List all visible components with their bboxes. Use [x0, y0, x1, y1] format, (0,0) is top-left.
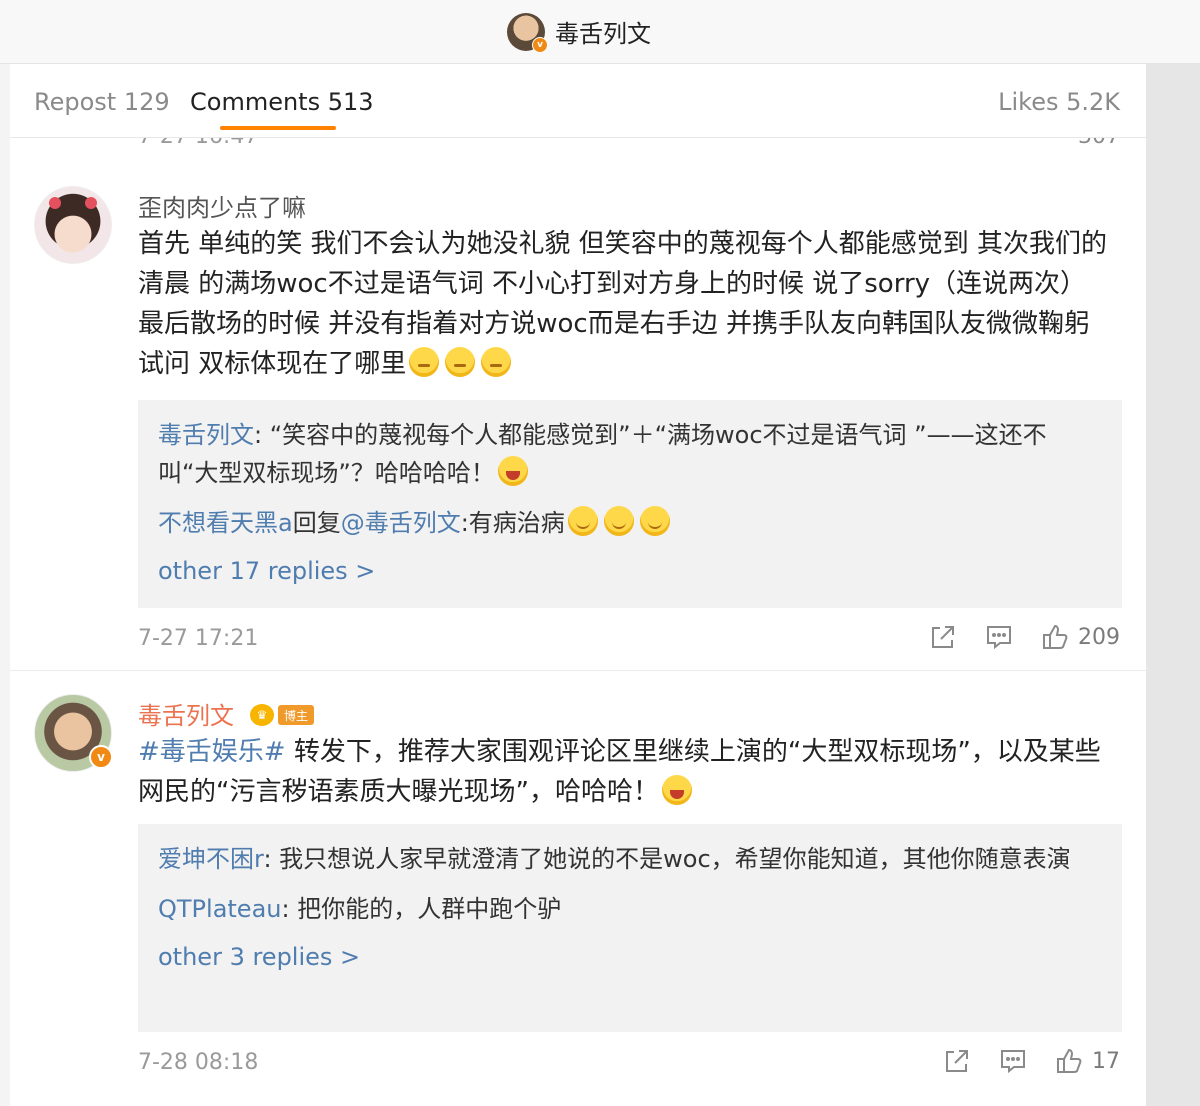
emoji-laugh-icon	[497, 456, 528, 486]
comment-time: 7-27 16:47	[138, 138, 258, 149]
comment-divider	[10, 670, 1146, 671]
like-count: 307	[1078, 138, 1120, 149]
comment-text: 首先 单纯的笑 我们不会认为她没礼貌 但笑容中的蔑视每个人都能感觉到 其次我们的…	[138, 224, 1118, 384]
like-count: 17	[1092, 1048, 1120, 1074]
comment-footer: 7-28 08:18 17	[10, 1042, 1146, 1082]
reply-item: 毒舌列文: “笑容中的蔑视每个人都能感觉到”＋“满场woc不过是语气词 ”——这…	[158, 416, 1102, 492]
title-bar: v 毒舌列文	[0, 0, 1200, 64]
more-replies-link[interactable]: other 3 replies >	[158, 940, 1102, 974]
comment-icon[interactable]	[984, 622, 1014, 652]
comment-text: #毒舌娱乐# 转发下，推荐大家围观评论区里继续上演的“大型双标现场”，以及某些网…	[138, 732, 1118, 812]
reply-username[interactable]: 爱坤不困r	[158, 845, 263, 873]
like-button[interactable]: 17	[1054, 1046, 1120, 1076]
comment-actions: 209	[928, 622, 1120, 652]
title-wrap: v 毒舌列文	[507, 12, 651, 53]
reply-text: “笑容中的蔑视每个人都能感觉到”＋“满场woc不过是语气词 ”——这还不叫“大型…	[158, 421, 1047, 487]
reply-item: QTPlateau: 把你能的，人群中跑个驴	[158, 890, 1102, 928]
reply-item: 不想看天黑a回复@毒舌列文:有病治病	[158, 504, 1102, 542]
comment-body: 首先 单纯的笑 我们不会认为她没礼貌 但笑容中的蔑视每个人都能感觉到 其次我们的…	[138, 229, 1108, 379]
hashtag-link[interactable]: #毒舌娱乐#	[138, 737, 286, 767]
comment-time: 7-28 08:18	[138, 1050, 259, 1075]
user-avatar[interactable]: v	[34, 694, 113, 772]
emoji-smile-icon	[567, 506, 598, 536]
comment-username[interactable]: 毒舌列文	[138, 696, 234, 731]
emoji-smile-icon	[639, 506, 670, 536]
like-count: 209	[1078, 624, 1120, 650]
tab-likes[interactable]: Likes 5.2K	[998, 88, 1120, 116]
verified-icon: v	[89, 745, 113, 769]
user-badges: ♛ 博主	[250, 704, 315, 726]
share-icon[interactable]	[928, 622, 958, 652]
page-title: 毒舌列文	[555, 20, 651, 48]
like-icon[interactable]	[1054, 1046, 1084, 1076]
emoji-dizzy-icon	[481, 347, 512, 377]
emoji-dizzy-icon	[409, 347, 440, 377]
like-button[interactable]: 209	[1040, 622, 1120, 652]
reply-username[interactable]: 不想看天黑a	[158, 509, 293, 537]
comment-time: 7-27 17:21	[138, 626, 259, 651]
comment-username[interactable]: 歪肉肉少点了嘛	[138, 188, 306, 223]
emoji-dizzy-icon	[445, 347, 476, 377]
crown-icon: ♛	[250, 704, 274, 726]
reply-username[interactable]: QTPlateau	[158, 895, 282, 923]
comment-footer: 7-27 17:21 209	[10, 618, 1146, 658]
comment-actions: 17	[942, 1046, 1120, 1076]
reply-preview-box[interactable]: 爱坤不困r: 我只想说人家早就澄清了她说的不是woc，希望你能知道，其他你随意表…	[138, 824, 1122, 1032]
left-gutter	[0, 64, 10, 1106]
comment-icon[interactable]	[998, 1046, 1028, 1076]
author-avatar[interactable]: v	[507, 12, 548, 53]
comment-list[interactable]: 7-27 16:47 307 歪肉肉少点了嘛 首先 单纯的笑 我们不会认为她没礼…	[10, 138, 1146, 1106]
active-tab-indicator	[220, 126, 336, 130]
reply-separator: :	[254, 421, 270, 449]
user-avatar[interactable]	[34, 186, 112, 264]
reply-text: :有病治病	[460, 509, 565, 537]
reply-preview-box[interactable]: 毒舌列文: “笑容中的蔑视每个人都能感觉到”＋“满场woc不过是语气词 ”——这…	[138, 400, 1122, 608]
reply-separator: 回复	[292, 509, 341, 537]
tab-comments[interactable]: Comments 513	[190, 88, 374, 116]
reply-text: 把你能的，人群中跑个驴	[297, 895, 562, 923]
reply-item: 爱坤不困r: 我只想说人家早就澄清了她说的不是woc，希望你能知道，其他你随意表…	[158, 840, 1102, 878]
more-replies-link[interactable]: other 17 replies >	[158, 554, 1102, 588]
reply-username[interactable]: 毒舌列文	[158, 421, 254, 449]
like-icon[interactable]	[1040, 622, 1070, 652]
verified-icon: v	[532, 36, 548, 53]
emoji-laugh-icon	[661, 775, 692, 805]
reply-separator: :	[281, 895, 298, 923]
share-icon[interactable]	[942, 1046, 972, 1076]
right-gutter	[1146, 64, 1200, 1106]
tab-repost[interactable]: Repost 129	[34, 88, 170, 116]
owner-badge: 博主	[278, 705, 315, 725]
emoji-smile-icon	[603, 506, 634, 536]
reply-separator: :	[263, 845, 280, 873]
reply-text: 我只想说人家早就澄清了她说的不是woc，希望你能知道，其他你随意表演	[279, 845, 1071, 873]
reply-mention[interactable]: @毒舌列文	[341, 509, 461, 537]
partial-comment-footer: 7-27 16:47 307	[10, 138, 1146, 150]
tab-bar: Repost 129 Comments 513 Likes 5.2K	[10, 64, 1146, 138]
